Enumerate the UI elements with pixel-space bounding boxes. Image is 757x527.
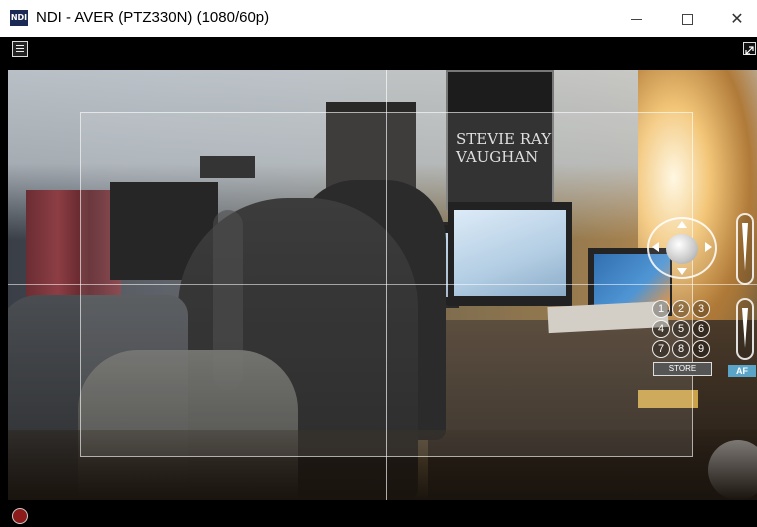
preset-2-button[interactable]: 2	[672, 300, 690, 318]
preset-8-button[interactable]: 8	[672, 340, 690, 358]
minimize-icon	[630, 18, 642, 20]
store-preset-button[interactable]: STORE	[653, 362, 712, 376]
crosshair-vertical	[386, 70, 387, 500]
pan-right-icon[interactable]	[705, 242, 712, 252]
pan-left-icon[interactable]	[652, 242, 659, 252]
menu-icon[interactable]	[12, 41, 28, 57]
maximize-button[interactable]	[667, 6, 707, 32]
autofocus-button[interactable]: AF	[728, 365, 756, 377]
top-toolbar	[0, 37, 757, 70]
preset-9-button[interactable]: 9	[692, 340, 710, 358]
maximize-icon	[681, 13, 693, 25]
pan-up-icon[interactable]	[677, 221, 687, 228]
preset-grid: 1 2 3 4 5 6 7 8 9	[652, 300, 714, 358]
joystick-knob[interactable]	[666, 234, 698, 264]
close-button[interactable]: ✕	[717, 6, 757, 32]
ndi-app-icon: NDI	[10, 10, 28, 26]
close-icon: ✕	[730, 11, 744, 28]
minimize-button[interactable]	[616, 6, 656, 32]
record-icon[interactable]	[12, 508, 28, 524]
preset-3-button[interactable]: 3	[692, 300, 710, 318]
preset-6-button[interactable]: 6	[692, 320, 710, 338]
pan-down-icon[interactable]	[677, 268, 687, 275]
preset-5-button[interactable]: 5	[672, 320, 690, 338]
preset-4-button[interactable]: 4	[652, 320, 670, 338]
preset-1-button[interactable]: 1	[652, 300, 670, 318]
bottom-toolbar	[0, 500, 757, 527]
zoom-slider[interactable]	[736, 213, 754, 285]
crosshair-horizontal	[8, 284, 757, 285]
preset-7-button[interactable]: 7	[652, 340, 670, 358]
window-title: NDI - AVER (PTZ330N) (1080/60p)	[36, 9, 270, 26]
expand-icon[interactable]	[743, 42, 756, 55]
title-bar: NDI NDI - AVER (PTZ330N) (1080/60p) ✕	[0, 0, 757, 37]
focus-slider[interactable]	[736, 298, 754, 360]
